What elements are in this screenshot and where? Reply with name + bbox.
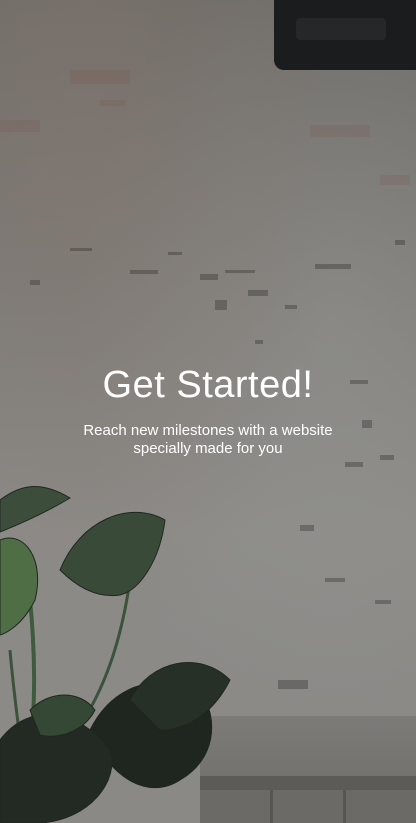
hero-subtitle-line-1: Reach new milestones with a website: [83, 422, 333, 439]
get-started-screen: Get Started! Reach new milestones with a…: [0, 0, 416, 823]
hero-subtitle-line-2: specially made for you: [133, 440, 283, 457]
dark-screen-object: [274, 0, 416, 70]
hero-subtitle: Reach new milestones with a website spec…: [53, 422, 363, 458]
hero-section: Get Started! Reach new milestones with a…: [0, 362, 416, 458]
hero-title: Get Started!: [102, 364, 314, 406]
plant-illustration: [0, 485, 231, 823]
